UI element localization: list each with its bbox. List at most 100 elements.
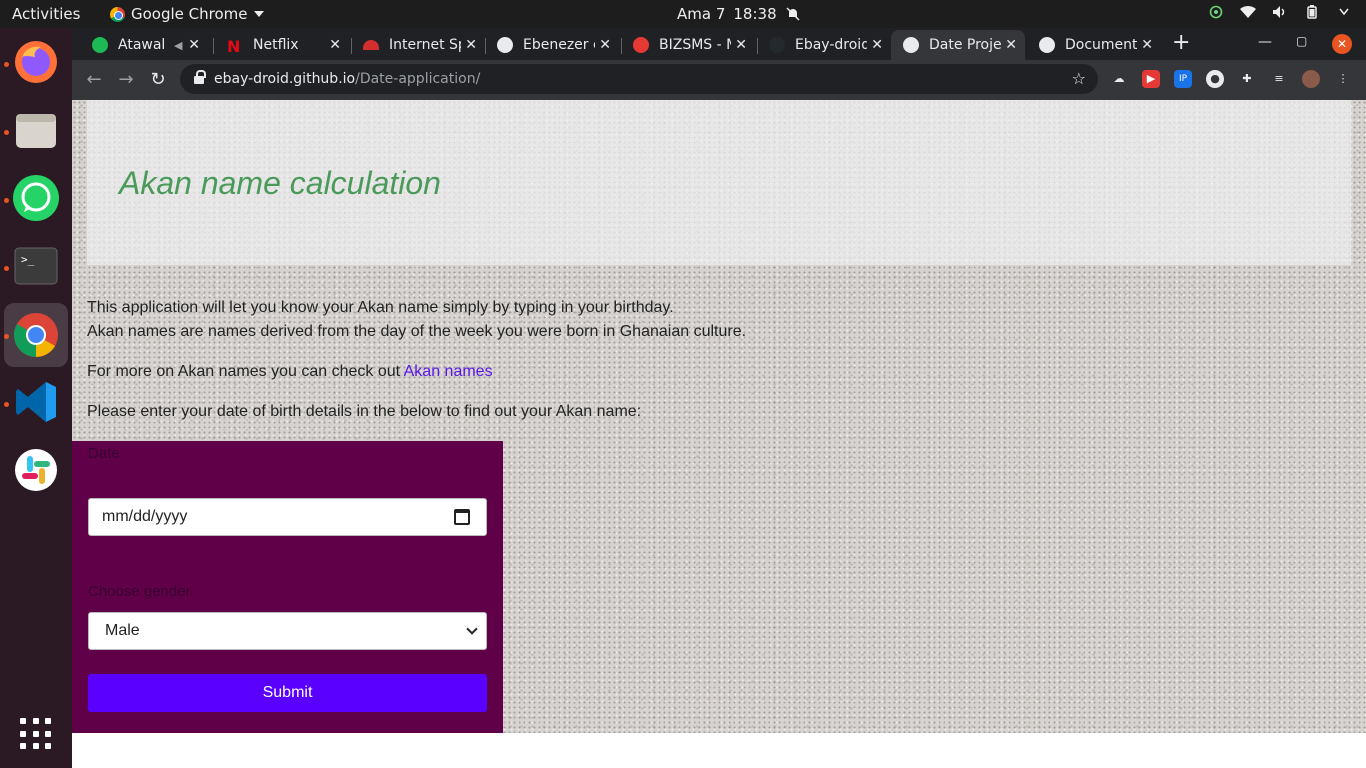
url-host: ebay-droid.github.io bbox=[214, 71, 356, 87]
date-placeholder: mm/dd/yyyy bbox=[102, 508, 188, 525]
running-indicator bbox=[4, 198, 9, 203]
globe-icon bbox=[903, 37, 919, 53]
menu-kebab-icon[interactable]: ⋮ bbox=[1334, 70, 1352, 88]
page-bottom-area bbox=[72, 733, 1366, 768]
browser-toolbar: ← → ↻ ebay-droid.github.io/Date-applicat… bbox=[72, 60, 1366, 100]
chrome-icon bbox=[110, 6, 125, 22]
app-menu[interactable]: Google Chrome bbox=[110, 5, 264, 23]
tab-title: Netflix bbox=[253, 37, 299, 53]
close-icon[interactable]: ✕ bbox=[1141, 37, 1153, 53]
page-content: Akan name calculation This application w… bbox=[72, 100, 1366, 733]
activities-button[interactable]: Activities bbox=[12, 5, 80, 23]
gender-label: Choose gender bbox=[88, 583, 191, 600]
media-control-icon[interactable]: ≡ bbox=[1270, 70, 1288, 88]
lock-icon[interactable] bbox=[194, 70, 206, 85]
intro-line-2: Akan names are names derived from the da… bbox=[87, 323, 747, 340]
tab-ebenezer[interactable]: Ebenezer c ✕ bbox=[485, 30, 619, 60]
whatsapp-icon[interactable] bbox=[12, 174, 60, 222]
date-input[interactable]: mm/dd/yyyy bbox=[88, 498, 487, 536]
running-indicator bbox=[4, 334, 9, 339]
speedtest-icon bbox=[363, 40, 379, 50]
akan-names-link[interactable]: Akan names bbox=[404, 363, 493, 380]
restore-button[interactable]: ▢ bbox=[1296, 34, 1307, 48]
app-menu-label: Google Chrome bbox=[131, 5, 248, 23]
tab-title: Ebenezer c bbox=[523, 37, 595, 53]
clock[interactable]: Ama 7 18:38 bbox=[677, 5, 801, 23]
tab-spotify[interactable]: Atawal ◀︎ ✕ bbox=[80, 30, 208, 60]
address-bar[interactable]: ebay-droid.github.io/Date-application/ ☆ bbox=[180, 64, 1098, 94]
system-top-bar: Activities Google Chrome Ama 7 18:38 bbox=[0, 0, 1366, 28]
new-tab-button[interactable]: + bbox=[1172, 32, 1190, 54]
avatar[interactable] bbox=[1302, 70, 1320, 88]
tab-title: Date Proje bbox=[929, 37, 1001, 53]
calendar-icon[interactable] bbox=[454, 509, 470, 525]
svg-text:>_: >_ bbox=[21, 253, 35, 266]
close-window-button[interactable]: ✕ bbox=[1332, 34, 1352, 54]
tab-title: Document bbox=[1065, 37, 1137, 53]
extension-circle-icon[interactable]: ● bbox=[1206, 70, 1224, 88]
firefox-icon[interactable] bbox=[12, 38, 60, 86]
running-indicator bbox=[4, 402, 9, 407]
tab-title: BIZSMS - M bbox=[659, 37, 731, 53]
globe-icon bbox=[1039, 37, 1055, 53]
tab-document[interactable]: Document ✕ bbox=[1027, 30, 1161, 60]
tab-title: Ebay-droid bbox=[795, 37, 867, 53]
battery-icon[interactable] bbox=[1304, 4, 1320, 20]
close-icon[interactable]: ✕ bbox=[465, 37, 477, 53]
birth-form: Date mm/dd/yyyy Choose gender Male Submi… bbox=[72, 441, 503, 733]
minimize-button[interactable]: — bbox=[1258, 34, 1272, 50]
bizsms-icon bbox=[633, 37, 649, 53]
dock: >_ bbox=[0, 28, 72, 768]
terminal-icon[interactable]: >_ bbox=[12, 242, 60, 290]
more-info-text: For more on Akan names you can check out… bbox=[87, 360, 493, 384]
show-applications-icon[interactable] bbox=[20, 718, 52, 750]
forward-button[interactable]: → bbox=[114, 68, 138, 92]
close-icon[interactable]: ✕ bbox=[599, 37, 611, 53]
github-icon bbox=[769, 37, 785, 53]
wifi-icon[interactable] bbox=[1240, 4, 1256, 20]
files-icon[interactable] bbox=[12, 106, 60, 154]
running-indicator bbox=[4, 130, 9, 135]
submit-button[interactable]: Submit bbox=[88, 674, 487, 712]
close-icon[interactable]: ✕ bbox=[871, 37, 883, 53]
system-tray[interactable] bbox=[1208, 4, 1352, 20]
netflix-icon: N bbox=[227, 37, 241, 56]
more-info-label: For more on Akan names you can check out bbox=[87, 363, 404, 380]
tab-netflix[interactable]: N Netflix ✕ bbox=[215, 30, 349, 60]
close-icon[interactable]: ✕ bbox=[1005, 37, 1017, 53]
reload-button[interactable]: ↻ bbox=[146, 68, 170, 92]
extension-ip-icon[interactable]: IP bbox=[1174, 70, 1192, 88]
slack-icon[interactable] bbox=[12, 446, 60, 494]
update-icon[interactable] bbox=[1208, 4, 1224, 20]
tab-speedtest[interactable]: Internet Sp ✕ bbox=[351, 30, 485, 60]
close-icon[interactable]: ✕ bbox=[329, 37, 341, 53]
notifications-muted-icon bbox=[785, 6, 801, 22]
browser-window: Atawal ◀︎ ✕ N Netflix ✕ Internet Sp ✕ Eb… bbox=[72, 28, 1366, 100]
close-icon[interactable]: ✕ bbox=[188, 37, 200, 53]
chevron-down-icon[interactable] bbox=[1336, 4, 1352, 20]
gender-selected-value: Male bbox=[105, 622, 140, 639]
running-indicator bbox=[4, 62, 9, 67]
tab-strip: Atawal ◀︎ ✕ N Netflix ✕ Internet Sp ✕ Eb… bbox=[72, 28, 1366, 60]
globe-icon bbox=[497, 37, 513, 53]
vscode-icon[interactable] bbox=[12, 378, 60, 426]
puzzle-icon[interactable]: ✚ bbox=[1238, 70, 1256, 88]
page-title: Akan name calculation bbox=[119, 165, 441, 201]
extension-video-icon[interactable]: ▶ bbox=[1142, 70, 1160, 88]
tab-title: Atawal bbox=[118, 37, 166, 53]
close-icon[interactable]: ✕ bbox=[735, 37, 747, 53]
url-path: /Date-application/ bbox=[355, 71, 481, 87]
bookmark-star-icon[interactable]: ☆ bbox=[1072, 69, 1086, 88]
intro-line-1: This application will let you know your … bbox=[87, 299, 674, 316]
back-button[interactable]: ← bbox=[82, 68, 106, 92]
tab-github[interactable]: Ebay-droid ✕ bbox=[757, 30, 891, 60]
chevron-down-icon bbox=[466, 623, 478, 635]
tab-date-project[interactable]: Date Proje ✕ bbox=[891, 30, 1025, 60]
volume-icon[interactable] bbox=[1272, 4, 1288, 20]
extension-icon[interactable]: ☁ bbox=[1110, 70, 1128, 88]
tab-bizsms[interactable]: BIZSMS - M ✕ bbox=[621, 30, 755, 60]
hero-banner: Akan name calculation bbox=[87, 100, 1351, 265]
gender-select[interactable]: Male bbox=[88, 612, 487, 650]
audio-playing-icon[interactable]: ◀︎ bbox=[174, 39, 182, 52]
chrome-icon[interactable] bbox=[12, 311, 60, 359]
